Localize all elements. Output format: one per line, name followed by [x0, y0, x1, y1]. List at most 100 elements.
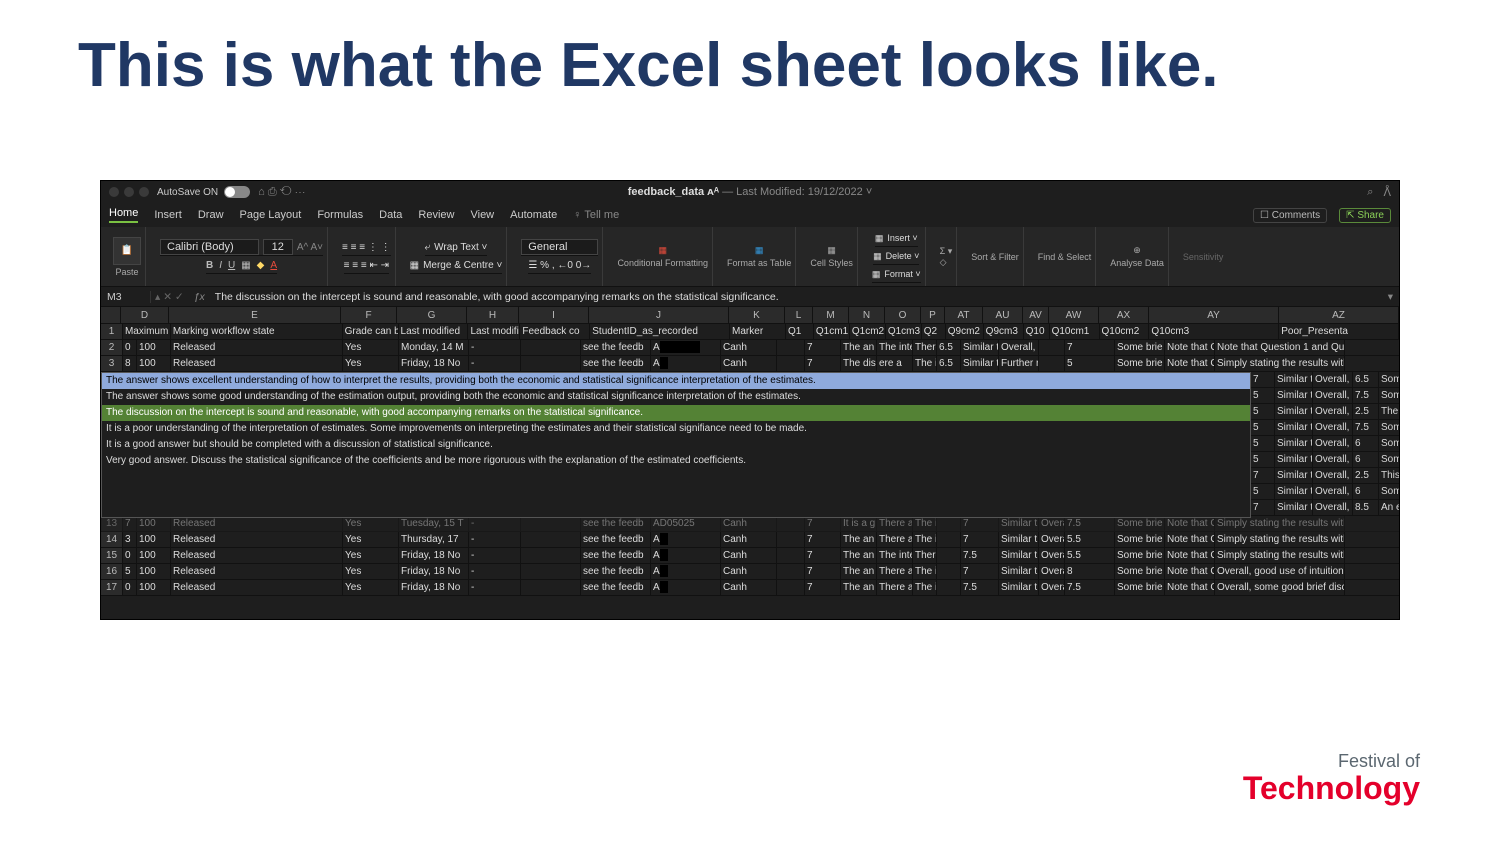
tab-automate[interactable]: Automate: [510, 209, 557, 221]
cell[interactable]: [521, 580, 581, 595]
cell[interactable]: Canh: [721, 516, 777, 531]
cell[interactable]: The an: [841, 340, 877, 355]
cell[interactable]: The in: [913, 516, 937, 531]
dropdown-option[interactable]: [102, 501, 1250, 517]
cell[interactable]: The inte: [877, 548, 913, 563]
cell[interactable]: Canh: [721, 532, 777, 547]
cell[interactable]: Released: [171, 532, 343, 547]
cell[interactable]: Note that Question 1 and Que: [1215, 340, 1345, 355]
cell[interactable]: 6.5: [937, 340, 961, 355]
cell[interactable]: Similar t: [999, 580, 1039, 595]
cell[interactable]: -: [469, 564, 521, 579]
cell[interactable]: see the feedb: [581, 580, 651, 595]
column-header[interactable]: N: [849, 307, 885, 323]
cell[interactable]: Monday, 14 M: [399, 340, 469, 355]
header-cell[interactable]: Q10cm1: [1050, 324, 1100, 339]
cell[interactable]: Friday, 18 No: [399, 580, 469, 595]
cell[interactable]: Yes: [343, 580, 399, 595]
cell[interactable]: 7.5: [961, 548, 999, 563]
cell[interactable]: A: [651, 564, 721, 579]
cell[interactable]: [937, 548, 961, 563]
cell[interactable]: Friday, 18 No: [399, 356, 469, 371]
cell[interactable]: 6.5: [937, 356, 961, 371]
cell[interactable]: see the feedb: [581, 532, 651, 547]
zoom-icon[interactable]: [139, 187, 149, 197]
cell[interactable]: Note that C: [1165, 340, 1215, 355]
font-name-select[interactable]: Calibri (Body): [160, 239, 259, 255]
tab-data[interactable]: Data: [379, 209, 402, 221]
cell[interactable]: 5.5: [1065, 548, 1115, 563]
cell[interactable]: see the feedb: [581, 516, 651, 531]
header-cell[interactable]: Q2: [922, 324, 946, 339]
cell[interactable]: Released: [171, 356, 343, 371]
cell[interactable]: [937, 580, 961, 595]
cell[interactable]: 7: [961, 532, 999, 547]
cell[interactable]: Some brie: [1115, 564, 1165, 579]
cell[interactable]: Released: [171, 564, 343, 579]
cell[interactable]: Overall, t: [1039, 548, 1065, 563]
cell[interactable]: [521, 516, 581, 531]
cell[interactable]: Thursday, 17: [399, 532, 469, 547]
header-cell[interactable]: Feedback co: [520, 324, 590, 339]
cell[interactable]: Simply stating the results with: [1215, 532, 1345, 547]
cell[interactable]: 100: [137, 356, 171, 371]
cell[interactable]: 7.5: [1065, 580, 1115, 595]
cell[interactable]: Yes: [343, 532, 399, 547]
header-cell[interactable]: Q1cm3: [886, 324, 922, 339]
cell[interactable]: A: [651, 356, 721, 371]
cell[interactable]: Overall, t: [1039, 580, 1065, 595]
dropdown-option[interactable]: The discussion on the intercept is sound…: [102, 405, 1250, 421]
cell[interactable]: -: [469, 516, 521, 531]
dropdown-option[interactable]: [102, 469, 1250, 485]
column-header[interactable]: L: [785, 307, 813, 323]
cell[interactable]: There: [913, 340, 937, 355]
search-icon[interactable]: ⌕: [1367, 186, 1373, 199]
cell[interactable]: [521, 532, 581, 547]
cell[interactable]: 7: [1065, 340, 1115, 355]
header-cell[interactable]: Q9cm2: [946, 324, 984, 339]
cell[interactable]: There a: [877, 516, 913, 531]
cell[interactable]: Some brie: [1115, 356, 1165, 371]
minimize-icon[interactable]: [124, 187, 134, 197]
cell[interactable]: The dis▾: [841, 356, 877, 371]
cell[interactable]: Some brie: [1115, 580, 1165, 595]
cell[interactable]: Yes: [343, 548, 399, 563]
header-cell[interactable]: Q1: [786, 324, 814, 339]
column-header[interactable]: G: [397, 307, 467, 323]
cell[interactable]: Released: [171, 516, 343, 531]
dropdown-option[interactable]: [102, 485, 1250, 501]
cell[interactable]: Yes: [343, 340, 399, 355]
cell[interactable]: 7.5: [961, 580, 999, 595]
name-box[interactable]: M3: [101, 291, 151, 303]
header-cell[interactable]: Marker: [730, 324, 786, 339]
cell[interactable]: [937, 564, 961, 579]
cell[interactable]: 7: [805, 516, 841, 531]
cell[interactable]: Simply stating the results with: [1215, 356, 1345, 371]
header-cell[interactable]: Last modified: [399, 324, 469, 339]
column-header[interactable]: E: [169, 307, 341, 323]
cell[interactable]: see the feedb: [581, 564, 651, 579]
cell[interactable]: Note that C: [1165, 532, 1215, 547]
cell[interactable]: Overall, t: [999, 340, 1039, 355]
cell[interactable]: Similar t: [999, 532, 1039, 547]
cell[interactable]: Canh: [721, 580, 777, 595]
share-button[interactable]: ⇱ Share: [1339, 208, 1391, 223]
formula-input[interactable]: The discussion on the intercept is sound…: [211, 291, 1382, 303]
cell[interactable]: 100: [137, 548, 171, 563]
cell[interactable]: [777, 356, 805, 371]
cell[interactable]: Released: [171, 580, 343, 595]
cell[interactable]: A: [651, 532, 721, 547]
header-cell[interactable]: Maximum Gr: [123, 324, 171, 339]
cell[interactable]: [777, 564, 805, 579]
column-header[interactable]: P: [921, 307, 945, 323]
cell[interactable]: 8: [123, 356, 137, 371]
cell[interactable]: 5: [1065, 356, 1115, 371]
cell[interactable]: Note that C: [1165, 356, 1215, 371]
cell[interactable]: 7: [961, 564, 999, 579]
cell[interactable]: 100: [137, 340, 171, 355]
column-header[interactable]: AW: [1049, 307, 1099, 323]
cell[interactable]: 7.5: [1065, 516, 1115, 531]
cell[interactable]: Similar t: [999, 516, 1039, 531]
cell[interactable]: ere a: [877, 356, 913, 371]
cell[interactable]: see the feedb: [581, 340, 651, 355]
